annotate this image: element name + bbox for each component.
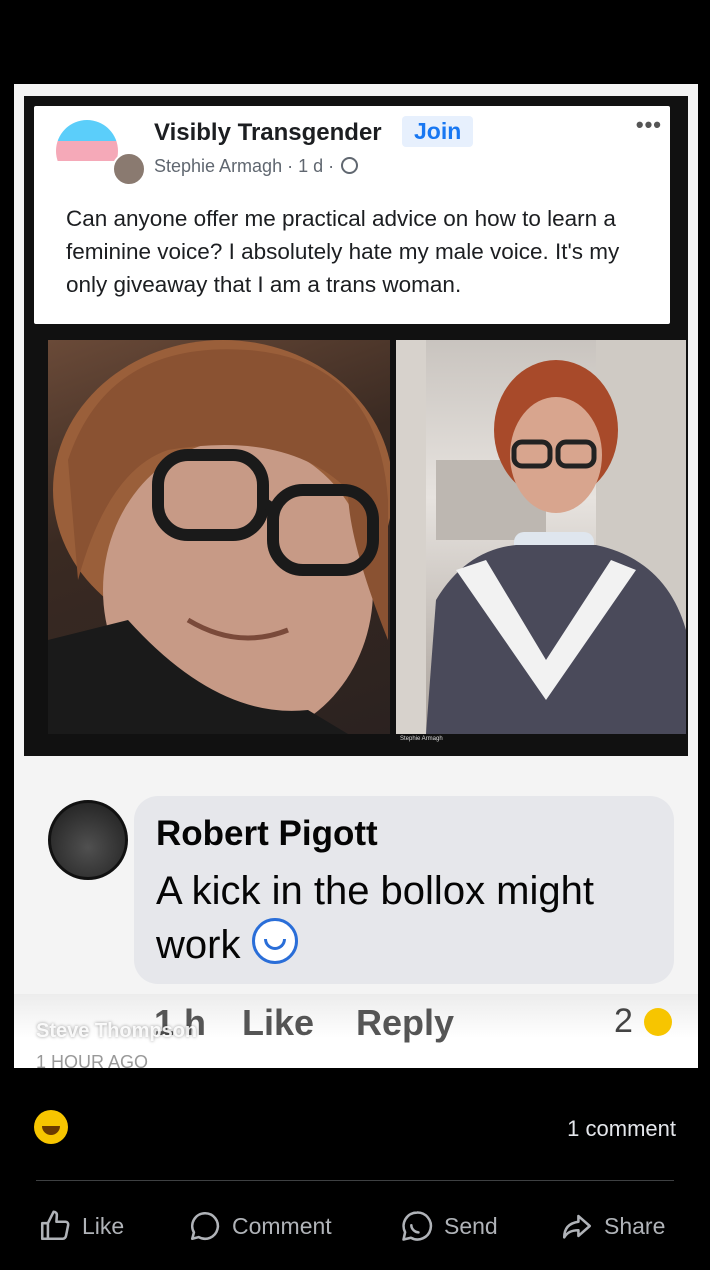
commenter-avatar[interactable]: [48, 800, 128, 880]
grin-emoji-icon: [251, 918, 298, 964]
share-arrow-icon: [562, 1214, 592, 1239]
comment-reaction-count[interactable]: 2: [614, 1002, 633, 1041]
photo-caption: Stephie Armagh: [400, 736, 443, 742]
comment-bubble-icon: [190, 1211, 220, 1241]
overlay-poster-name: Steve Thompson: [36, 1020, 198, 1042]
comment-label: Comment: [232, 1212, 332, 1239]
post-photo-left[interactable]: [48, 340, 390, 734]
more-options-icon[interactable]: •••: [636, 112, 662, 138]
author-avatar[interactable]: [112, 152, 146, 186]
send-label: Send: [444, 1212, 498, 1239]
selfie-illustration-2: [396, 340, 686, 734]
share-button[interactable]: Share: [560, 1206, 665, 1246]
like-label: Like: [82, 1212, 125, 1239]
post-time[interactable]: 1 d: [298, 156, 323, 176]
comment-like-button[interactable]: Like: [242, 1002, 314, 1044]
comment-button[interactable]: Comment: [188, 1206, 332, 1246]
group-avatar[interactable]: [56, 120, 118, 182]
like-button[interactable]: Like: [38, 1206, 124, 1246]
comment-reply-button[interactable]: Reply: [356, 1002, 454, 1044]
send-button[interactable]: Send: [400, 1206, 498, 1246]
messenger-icon: [402, 1211, 433, 1241]
comment-body: A kick in the bollox might work: [156, 869, 594, 967]
commenter-name[interactable]: Robert Pigott: [156, 814, 378, 854]
author-name[interactable]: Stephie Armagh: [154, 156, 282, 176]
selfie-illustration: [48, 340, 390, 734]
post-photo-right[interactable]: [396, 340, 686, 734]
post-text: Can anyone offer me practical advice on …: [66, 206, 620, 297]
comment-text: A kick in the bollox might work: [156, 864, 656, 972]
share-label: Share: [604, 1212, 666, 1239]
post-meta: Stephie Armagh · 1 d ·: [154, 156, 359, 177]
screenshot-card: Visibly Transgender Join ••• Stephie Arm…: [14, 84, 698, 1068]
group-name[interactable]: Visibly Transgender: [154, 119, 382, 147]
globe-icon: [341, 157, 359, 174]
thumbs-up-icon: [40, 1210, 70, 1241]
laugh-reaction-icon: [644, 1008, 672, 1036]
laugh-reaction-icon[interactable]: [34, 1110, 68, 1144]
comment-count[interactable]: 1 comment: [567, 1116, 676, 1142]
overlay-time-ago: 1 HOUR AGO: [36, 1052, 149, 1068]
divider: [36, 1180, 674, 1181]
join-button[interactable]: Join: [402, 116, 474, 147]
